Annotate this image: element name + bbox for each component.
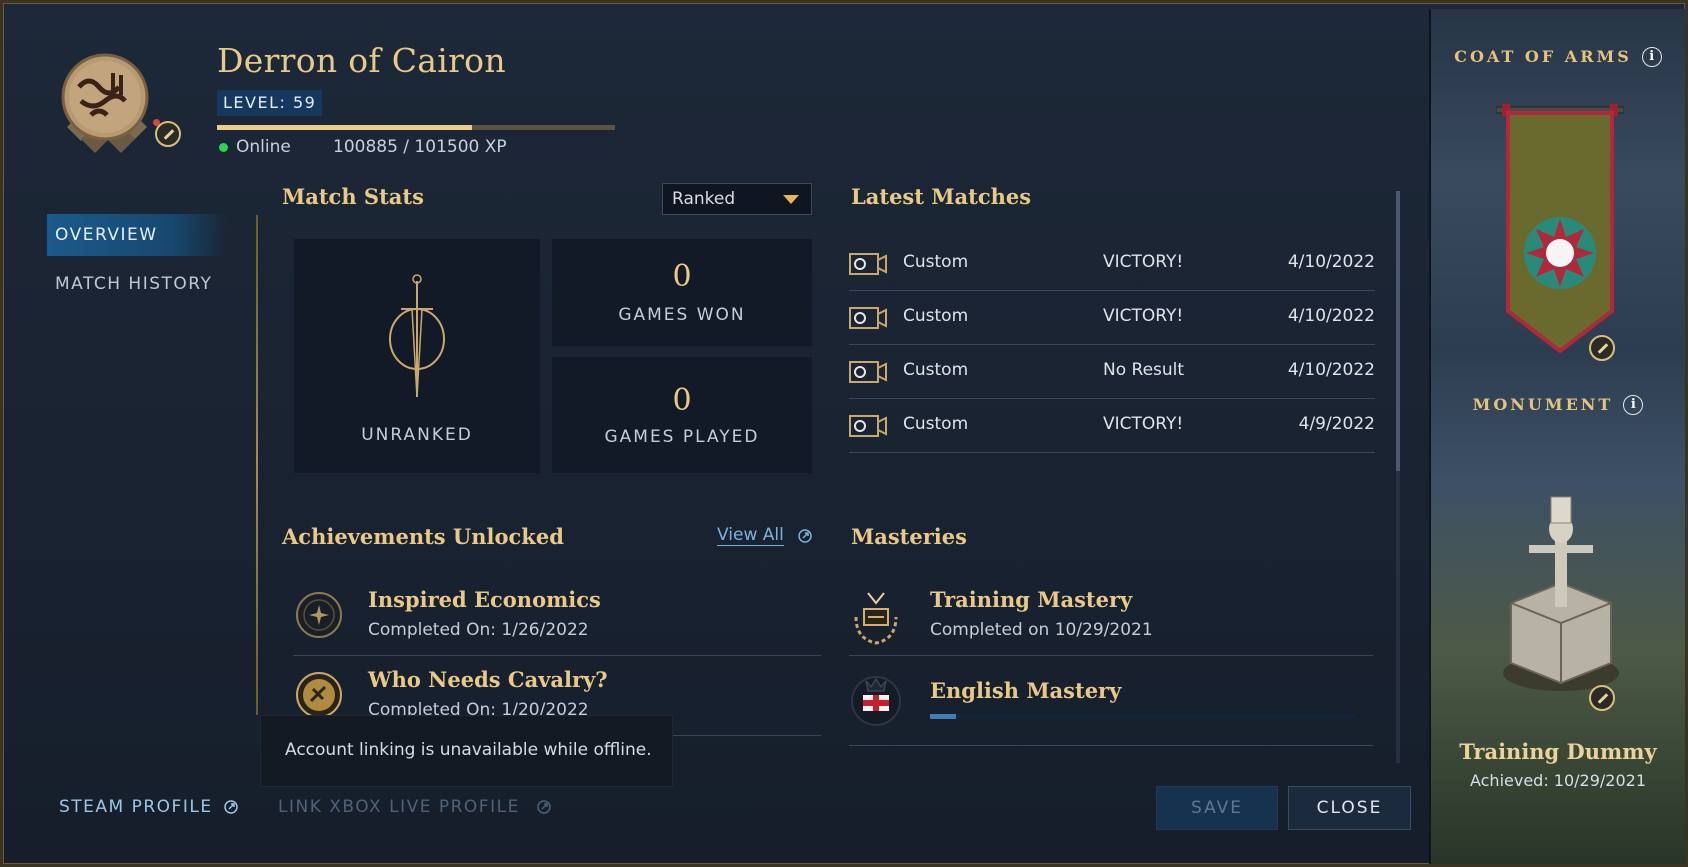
coat-of-arms-label: COAT OF ARMS — [1454, 47, 1632, 66]
games-won-value: 0 — [672, 259, 692, 294]
achievement-title: Who Needs Cavalry? — [368, 667, 608, 692]
achievement-title: Inspired Economics — [368, 587, 601, 612]
level-badge: LEVEL: 59 — [217, 90, 323, 116]
replay-camera-icon — [849, 307, 887, 329]
monument-achieved-date: Achieved: 10/29/2021 — [1469, 771, 1647, 790]
scrollbar-thumb[interactable] — [1396, 191, 1400, 471]
achievement-date: Completed On: 1/26/2022 — [368, 620, 589, 640]
info-icon[interactable]: i — [1641, 47, 1662, 67]
games-won-label: GAMES WON — [618, 305, 746, 325]
monument-label: MONUMENT — [1472, 395, 1614, 414]
replay-camera-icon — [849, 361, 887, 383]
save-button[interactable]: SAVE — [1156, 786, 1278, 830]
rank-label: UNRANKED — [361, 425, 473, 445]
replay-camera-icon — [849, 415, 887, 437]
notification-dot — [153, 119, 160, 126]
coat-of-arms-banner — [1496, 104, 1624, 354]
match-date: 4/9/2022 — [1298, 414, 1375, 434]
edit-monument-icon[interactable] — [1589, 685, 1615, 711]
link-xbox-profile-link[interactable]: LINK XBOX LIVE PROFILE — [278, 797, 520, 817]
match-type-dropdown[interactable]: Ranked — [662, 183, 812, 215]
nav-match-history[interactable]: MATCH HISTORY — [47, 263, 227, 305]
monument-name: Training Dummy — [1459, 739, 1657, 764]
player-emblem — [51, 49, 163, 161]
training-dummy-monument — [1503, 496, 1619, 691]
divider — [293, 655, 821, 656]
chevron-down-icon — [783, 195, 799, 204]
match-type-value: Ranked — [672, 189, 736, 209]
match-date: 4/10/2022 — [1287, 252, 1375, 272]
match-result: No Result — [1103, 360, 1185, 380]
match-date: 4/10/2022 — [1287, 360, 1375, 380]
mastery-title: Training Mastery — [930, 587, 1133, 612]
replay-camera-icon — [849, 253, 887, 275]
achievements-title: Achievements Unlocked — [282, 524, 564, 549]
match-row[interactable]: Custom VICTORY! 4/10/2022 — [849, 291, 1375, 345]
offline-tooltip: Account linking is unavailable while off… — [260, 715, 673, 787]
nav-overview[interactable]: OVERVIEW — [47, 214, 227, 256]
online-status-icon — [219, 143, 228, 152]
games-won-tile: 0 GAMES WON — [552, 239, 812, 346]
mastery-date: Completed on 10/29/2021 — [930, 620, 1153, 640]
divider — [849, 745, 1373, 746]
xp-progress-fill — [217, 125, 472, 130]
mastery-title: English Mastery — [930, 678, 1122, 703]
external-link-icon — [224, 800, 238, 814]
latest-matches-title: Latest Matches — [851, 184, 1032, 209]
match-row[interactable]: Custom VICTORY! 4/10/2022 — [849, 237, 1375, 291]
external-link-icon — [537, 800, 551, 814]
external-link-icon — [798, 529, 812, 543]
training-mastery-icon — [854, 592, 898, 645]
match-row[interactable]: Custom No Result 4/10/2022 — [849, 345, 1375, 399]
profile-window: Derron of Cairon LEVEL: 59 Online 100885… — [0, 0, 1688, 867]
masteries-title: Masteries — [851, 524, 967, 549]
close-button[interactable]: CLOSE — [1288, 786, 1411, 830]
rank-tile: UNRANKED — [294, 239, 540, 473]
divider — [849, 655, 1373, 656]
english-mastery-icon — [851, 676, 901, 726]
content-scrollbar[interactable] — [1396, 191, 1400, 763]
match-date: 4/10/2022 — [1287, 306, 1375, 326]
match-mode: Custom — [903, 306, 969, 326]
games-played-label: GAMES PLAYED — [604, 427, 760, 447]
games-played-value: 0 — [672, 383, 692, 418]
edit-coat-of-arms-icon[interactable] — [1589, 335, 1615, 361]
match-result: VICTORY! — [1103, 306, 1184, 326]
monument-heading: MONUMENT i — [1431, 395, 1685, 415]
customization-panel: COAT OF ARMS i MONUMENT i Training Dummy — [1429, 9, 1685, 864]
nav-divider — [256, 215, 258, 715]
match-result: VICTORY! — [1103, 252, 1184, 272]
player-name: Derron of Cairon — [217, 41, 506, 80]
coat-of-arms-heading: COAT OF ARMS i — [1431, 47, 1685, 67]
info-icon[interactable]: i — [1623, 395, 1644, 415]
view-all-link[interactable]: View All — [717, 525, 784, 546]
mastery-progress-bar — [930, 714, 1355, 719]
match-mode: Custom — [903, 414, 969, 434]
mastery-progress-fill — [930, 714, 956, 719]
match-result: VICTORY! — [1103, 414, 1184, 434]
games-played-tile: 0 GAMES PLAYED — [552, 357, 812, 473]
online-status: Online — [236, 137, 291, 157]
match-mode: Custom — [903, 252, 969, 272]
match-stats-title: Match Stats — [282, 184, 424, 209]
match-row[interactable]: Custom VICTORY! 4/9/2022 — [849, 399, 1375, 453]
match-mode: Custom — [903, 360, 969, 380]
xp-readout: 100885 / 101500 XP — [333, 137, 507, 157]
sword-rank-icon — [389, 274, 445, 398]
inspired-economics-icon — [296, 592, 342, 638]
who-needs-cavalry-icon — [296, 672, 342, 718]
steam-profile-link[interactable]: STEAM PROFILE — [59, 797, 213, 817]
xp-progress-bar — [217, 125, 615, 130]
